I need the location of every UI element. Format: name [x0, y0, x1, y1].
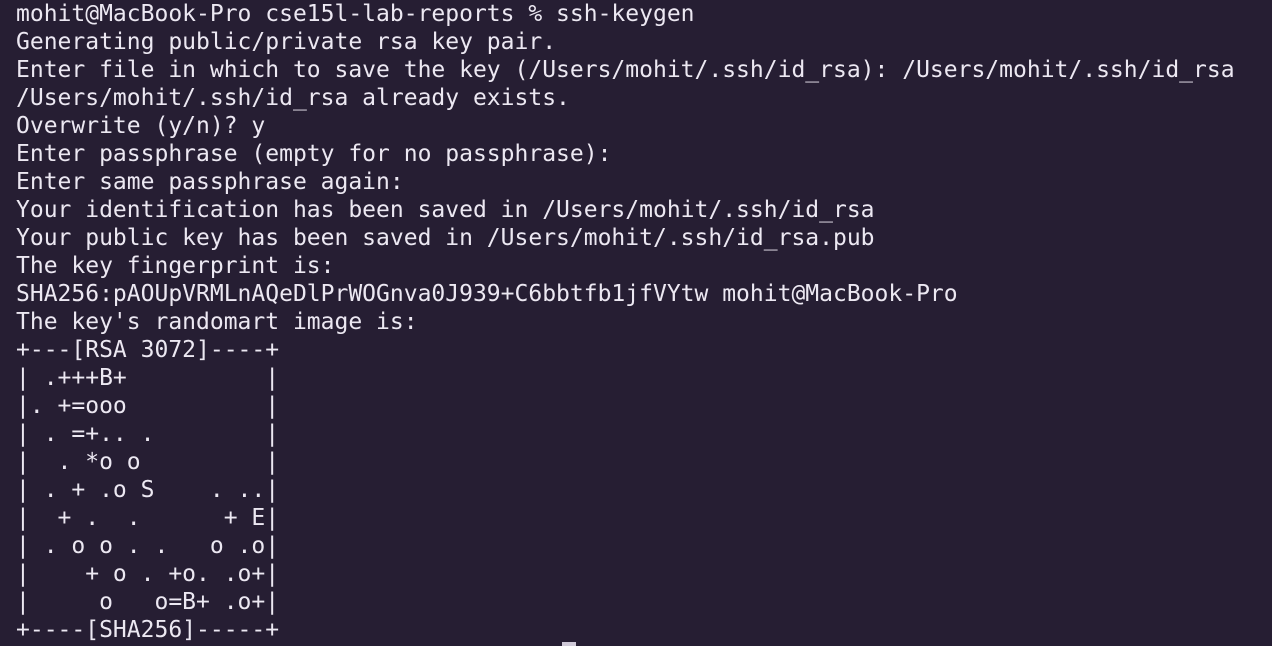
output-line: Enter same passphrase again: [16, 169, 404, 195]
terminal-window[interactable]: mohit@MacBook-Pro cse15l-lab-reports % s… [0, 0, 1272, 646]
randomart-line: | + o . +o. .o+| [16, 561, 280, 587]
output-line: The key fingerprint is: [16, 253, 335, 279]
output-line: Your identification has been saved in /U… [16, 197, 875, 223]
randomart-line: | .+++B+ | [16, 365, 280, 391]
output-line: Your public key has been saved in /Users… [16, 225, 875, 251]
output-line: /Users/mohit/.ssh/id_rsa already exists. [16, 85, 570, 111]
randomart-line: | + . . + E| [16, 505, 280, 531]
randomart-line: | . *o o | [16, 449, 280, 475]
fingerprint-line: SHA256:pAOUpVRMLnAQeDlPrWOGnva0J939+C6bb… [16, 281, 958, 307]
terminal-output: mohit@MacBook-Pro cse15l-lab-reports % s… [16, 0, 1272, 644]
prompt-line: mohit@MacBook-Pro cse15l-lab-reports % s… [16, 1, 695, 27]
output-line: Enter file in which to save the key (/Us… [16, 57, 1235, 83]
randomart-line: +---[RSA 3072]----+ [16, 337, 280, 363]
text-cursor [562, 642, 576, 646]
randomart-line: | . + .o S . ..| [16, 477, 280, 503]
randomart-line: | . o o . . o .o| [16, 533, 280, 559]
randomart-line: | . =+.. . | [16, 421, 280, 447]
output-line: Overwrite (y/n)? y [16, 113, 266, 139]
randomart-line: |. +=ooo | [16, 393, 280, 419]
output-line: Enter passphrase (empty for no passphras… [16, 141, 612, 167]
randomart-line: | o o=B+ .o+| [16, 589, 280, 615]
randomart-line: +----[SHA256]-----+ [16, 617, 280, 643]
output-line: Generating public/private rsa key pair. [16, 29, 557, 55]
output-line: The key's randomart image is: [16, 309, 418, 335]
